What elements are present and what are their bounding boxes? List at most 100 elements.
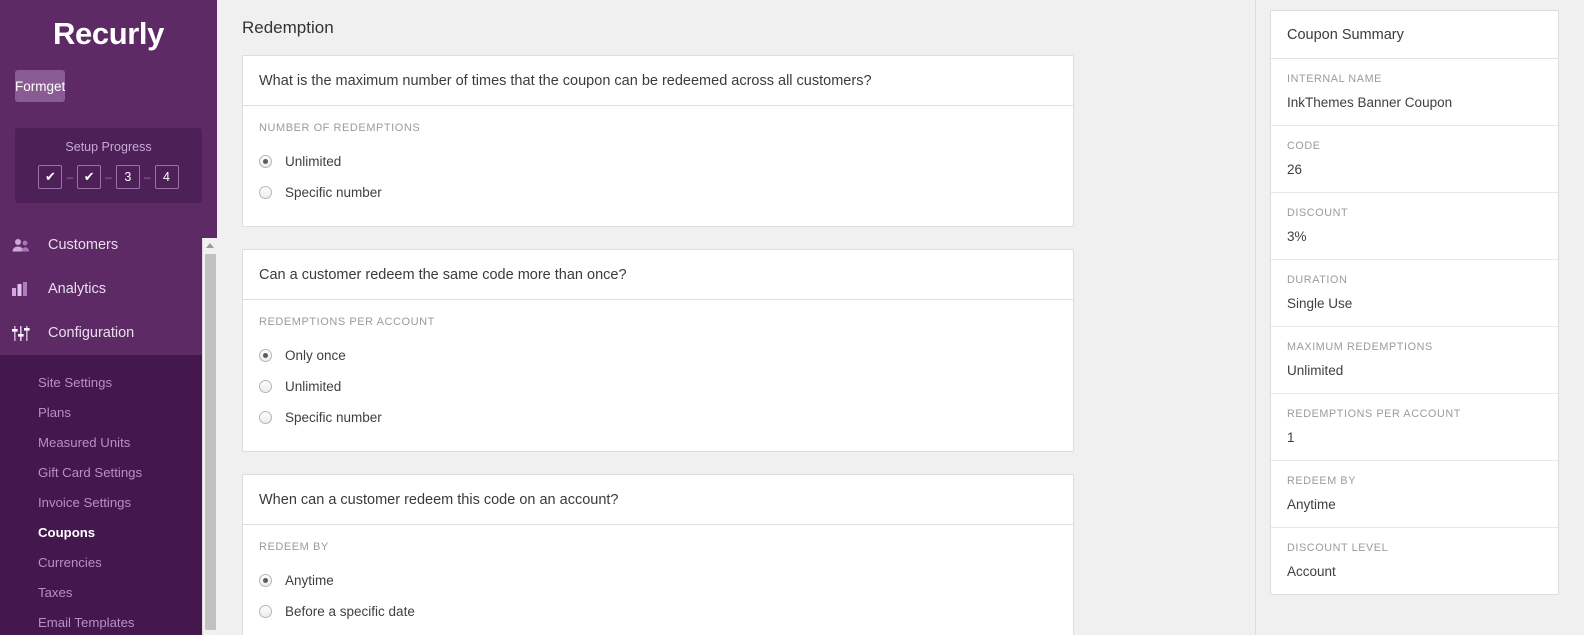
- setup-step-3[interactable]: 3: [115, 165, 140, 189]
- summary-row-label: CODE: [1287, 140, 1321, 152]
- sidebar-item-label: Configuration: [48, 325, 135, 341]
- summary-row-label: MAXIMUM REDEMPTIONS: [1287, 341, 1433, 353]
- sidebar: Recurly Formget Setup Progress ✔ – ✔ –3–4 C…: [0, 0, 217, 635]
- radio-unselected-icon[interactable]: [259, 186, 272, 199]
- sidebar-item-analytics[interactable]: Analytics: [0, 267, 217, 311]
- sidebar-item-customers[interactable]: Customers: [0, 223, 217, 267]
- setup-progress-steps: ✔ – ✔ –3–4: [15, 165, 202, 189]
- field-label: REDEEM BY: [259, 541, 329, 553]
- setup-step-1-complete-icon[interactable]: ✔: [38, 165, 63, 189]
- radio-option[interactable]: Anytime: [259, 565, 1057, 596]
- sidebar-subitem-coupons[interactable]: Coupons: [0, 517, 217, 547]
- sidebar-subitem-gift-card-settings[interactable]: Gift Card Settings: [0, 457, 217, 487]
- summary-rows: INTERNAL NAME InkThemes Banner Coupon CODE…: [1271, 59, 1558, 594]
- summary-row-value: 1: [1287, 430, 1295, 445]
- sidebar-subitem-measured-units[interactable]: Measured Units: [0, 427, 217, 457]
- sidebar-item-label: Analytics: [48, 281, 107, 297]
- summary-row-value: InkThemes Banner Coupon: [1287, 95, 1453, 110]
- radio-option[interactable]: Only once: [259, 340, 1057, 371]
- radio-option[interactable]: Before a specific date: [259, 596, 1057, 627]
- radio-option-label: Only once: [285, 348, 346, 363]
- summary-row: DISCOUNT LEVEL Account: [1271, 528, 1558, 594]
- setup-step-4[interactable]: 4: [154, 165, 179, 189]
- sidebar-subitem-invoice-settings[interactable]: Invoice Settings: [0, 487, 217, 517]
- summary-row-value: 26: [1287, 162, 1303, 177]
- radio-selected-icon[interactable]: [259, 155, 272, 168]
- summary-row: INTERNAL NAME InkThemes Banner Coupon: [1271, 59, 1558, 126]
- summary-row: DISCOUNT 3%: [1271, 193, 1558, 260]
- summary-row-label: REDEMPTIONS PER ACCOUNT: [1287, 408, 1461, 420]
- summary-row-value: Anytime: [1287, 497, 1336, 512]
- summary-row-value: Account: [1287, 564, 1336, 579]
- primary-nav: Customers Analytics Configuration: [0, 223, 217, 355]
- sliders-icon: [12, 325, 38, 341]
- radio-option-label: Anytime: [285, 573, 334, 588]
- summary-row-label: INTERNAL NAME: [1287, 73, 1382, 85]
- summary-row: MAXIMUM REDEMPTIONS Unlimited: [1271, 327, 1558, 394]
- radio-selected-icon[interactable]: [259, 574, 272, 587]
- question-card-body: REDEEM BY Anytime Before a specific date: [243, 525, 1073, 635]
- coupon-summary-panel: Coupon Summary INTERNAL NAME InkThemes Ba…: [1255, 0, 1584, 635]
- radio-unselected-icon[interactable]: [259, 411, 272, 424]
- summary-title: Coupon Summary: [1271, 11, 1558, 59]
- sidebar-item-configuration[interactable]: Configuration: [0, 311, 217, 355]
- radio-option-label: Unlimited: [285, 154, 342, 169]
- sidebar-subitem-email-templates[interactable]: Email Templates: [0, 607, 217, 635]
- question-card: Can a customer redeem the same code more…: [242, 249, 1074, 452]
- question-card: What is the maximum number of times that…: [242, 55, 1074, 227]
- radio-unselected-icon[interactable]: [259, 380, 272, 393]
- question-text: When can a customer redeem this code on …: [243, 475, 1073, 525]
- sidebar-item-label: Customers: [48, 237, 119, 253]
- summary-row-label: DURATION: [1287, 274, 1348, 286]
- radio-option-label: Unlimited: [285, 379, 342, 394]
- main-content: Redemption What is the maximum number of…: [217, 0, 1255, 635]
- question-text: What is the maximum number of times that…: [243, 56, 1073, 106]
- summary-row: REDEMPTIONS PER ACCOUNT 1: [1271, 394, 1558, 461]
- radio-selected-icon[interactable]: [259, 349, 272, 362]
- radio-option[interactable]: Specific number: [259, 402, 1057, 433]
- scroll-up-arrow-icon[interactable]: [203, 238, 217, 252]
- brand-logo[interactable]: Recurly: [0, 0, 217, 68]
- radio-option-label: Specific number: [285, 185, 382, 200]
- account-switcher-button[interactable]: Formget: [15, 70, 66, 102]
- setup-step-2-complete-icon[interactable]: ✔: [77, 165, 102, 189]
- radio-option[interactable]: Unlimited: [259, 371, 1057, 402]
- sidebar-subitem-taxes[interactable]: Taxes: [0, 577, 217, 607]
- summary-row-value: Single Use: [1287, 296, 1353, 311]
- bar-chart-icon: [12, 282, 38, 296]
- question-card: When can a customer redeem this code on …: [242, 474, 1074, 635]
- brand-logo-text: Recurly: [53, 16, 164, 51]
- configuration-subnav: Site Settings Plans Measured Units Gift Car…: [0, 355, 217, 635]
- sidebar-scrollbar[interactable]: [202, 238, 217, 635]
- scrollbar-thumb[interactable]: [205, 254, 216, 630]
- question-cards: What is the maximum number of times that…: [242, 55, 1255, 635]
- radio-option-label: Before a specific date: [285, 604, 415, 619]
- sidebar-subitem-plans[interactable]: Plans: [0, 397, 217, 427]
- radio-unselected-icon[interactable]: [259, 605, 272, 618]
- setup-progress-panel: Setup Progress ✔ – ✔ –3–4: [15, 128, 202, 203]
- radio-option-label: Specific number: [285, 410, 382, 425]
- sidebar-subitem-currencies[interactable]: Currencies: [0, 547, 217, 577]
- radio-option[interactable]: Specific number: [259, 177, 1057, 208]
- summary-row: CODE 26: [1271, 126, 1558, 193]
- summary-row: DURATION Single Use: [1271, 260, 1558, 327]
- summary-row-label: REDEEM BY: [1287, 475, 1356, 487]
- question-text: Can a customer redeem the same code more…: [243, 250, 1073, 300]
- app-root: Recurly Formget Setup Progress ✔ – ✔ –3–4 C…: [0, 0, 1584, 635]
- field-label: REDEMPTIONS PER ACCOUNT: [259, 316, 435, 328]
- summary-row-value: 3%: [1287, 229, 1307, 244]
- question-card-body: REDEMPTIONS PER ACCOUNT Only once Unlimite…: [243, 300, 1073, 451]
- summary-row-value: Unlimited: [1287, 363, 1344, 378]
- radio-option[interactable]: Unlimited: [259, 146, 1057, 177]
- sidebar-subitem-site-settings[interactable]: Site Settings: [0, 367, 217, 397]
- page-title: Redemption: [242, 18, 334, 37]
- question-card-body: NUMBER OF REDEMPTIONS Unlimited Specific n…: [243, 106, 1073, 226]
- summary-card: Coupon Summary INTERNAL NAME InkThemes Ba…: [1270, 10, 1559, 595]
- people-icon: [12, 238, 38, 252]
- summary-row-label: DISCOUNT LEVEL: [1287, 542, 1389, 554]
- summary-row: REDEEM BY Anytime: [1271, 461, 1558, 528]
- step-separator: –: [105, 170, 112, 184]
- setup-progress-title: Setup Progress: [65, 140, 152, 154]
- summary-row-label: DISCOUNT: [1287, 207, 1349, 219]
- step-separator: –: [143, 170, 151, 184]
